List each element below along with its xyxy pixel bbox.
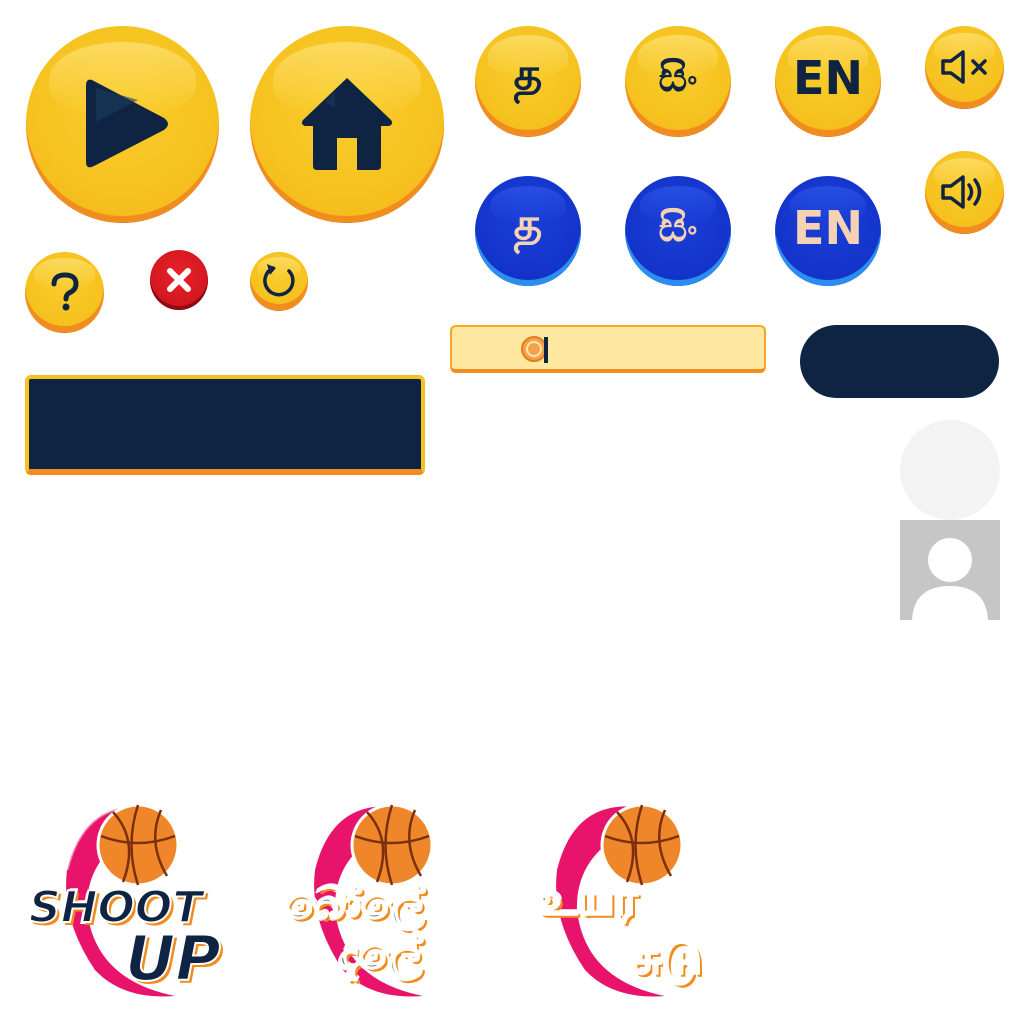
lang-tamil-button-active[interactable]: த [475, 176, 581, 286]
lang-sinhala-button-active[interactable]: සිං [625, 176, 731, 286]
dark-pill-panel [800, 325, 999, 398]
sound-off-button[interactable] [925, 26, 1004, 108]
sound-on-icon [940, 175, 981, 209]
lang-english-label: EN [793, 51, 863, 105]
avatar-icon [912, 538, 988, 620]
close-icon [167, 268, 191, 292]
help-button[interactable] [25, 252, 104, 332]
lang-sinhala-label: සිං [658, 55, 698, 101]
help-icon [51, 272, 79, 311]
home-button[interactable] [250, 26, 444, 222]
restart-button[interactable] [250, 252, 308, 310]
logo-line2: දැලේ [338, 927, 423, 980]
home-icon [301, 78, 393, 170]
lang-english-button[interactable]: EN [775, 26, 881, 136]
lang-tamil-button[interactable]: த [475, 26, 581, 136]
avatar-circle [900, 420, 1000, 520]
logo-line1: බෝලේ [284, 877, 425, 930]
logo-sinhala: බෝලේ දැලේ [283, 800, 483, 1005]
lang-tamil-label: த [513, 48, 543, 100]
sound-on-button[interactable] [925, 151, 1004, 233]
lang-sinhala-button[interactable]: සිං [625, 26, 731, 136]
dark-panel [25, 375, 425, 475]
lang-sinhala-label-active: සිං [658, 205, 698, 251]
close-button[interactable] [150, 250, 208, 310]
coin-icon [521, 336, 548, 363]
logo-english: SHOOT UP [25, 800, 240, 1005]
avatar [900, 520, 1000, 620]
lang-english-label-active: EN [793, 201, 863, 255]
score-bar [450, 325, 766, 373]
logo-line1: உயர [536, 873, 638, 926]
logo-line2: UP [124, 921, 222, 996]
logo-tamil: உயர சுடு [535, 800, 730, 1005]
play-icon [85, 79, 168, 168]
logo-line2: சுடு [630, 929, 703, 985]
basketball-icon [96, 803, 180, 887]
lang-english-button-active[interactable]: EN [775, 176, 881, 286]
lang-tamil-label-active: த [513, 198, 543, 250]
play-button[interactable] [26, 26, 219, 222]
restart-icon [263, 264, 295, 297]
sound-off-icon [940, 50, 987, 84]
basketball-icon [350, 803, 434, 887]
